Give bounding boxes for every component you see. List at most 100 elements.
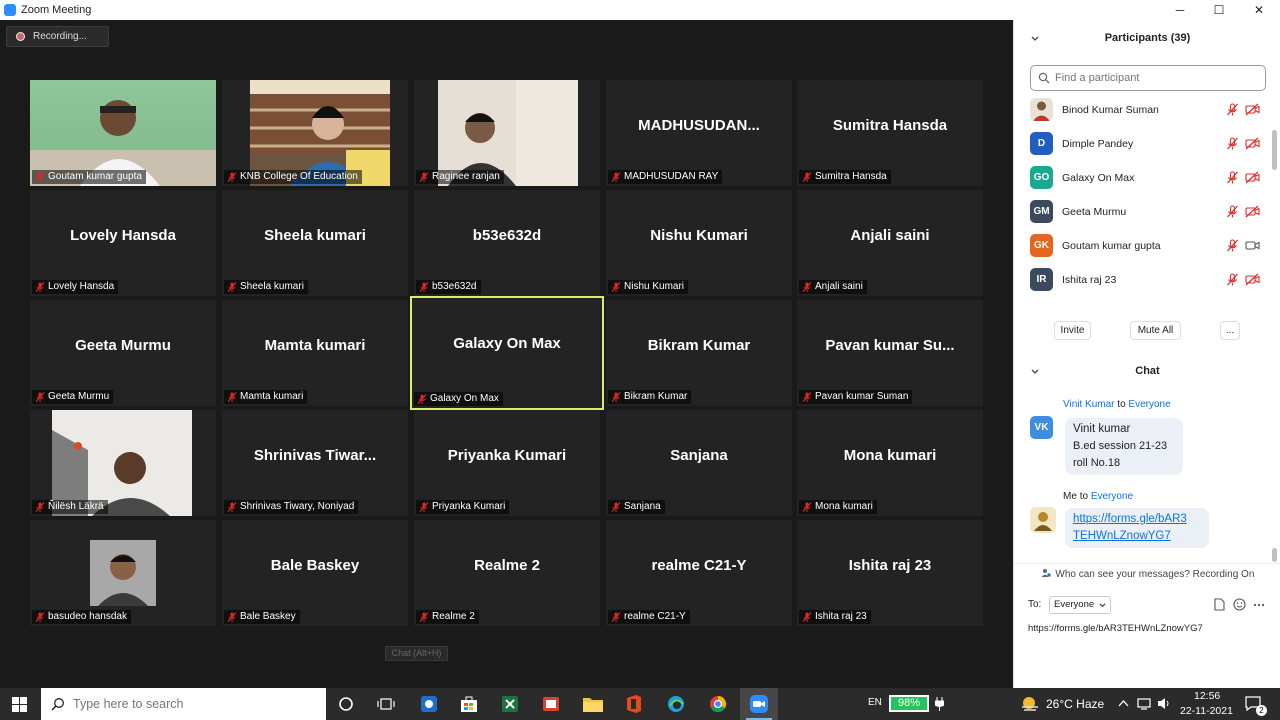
video-tile[interactable]: Geeta Murmu Geeta Murmu <box>30 300 216 406</box>
microsoft-store-button[interactable] <box>450 688 488 720</box>
participant-row[interactable]: GK Goutam kumar gupta <box>1030 232 1270 260</box>
file-icon[interactable] <box>1214 598 1225 611</box>
video-off-icon[interactable] <box>1245 137 1260 150</box>
video-tile[interactable]: Anjali saini Anjali saini <box>797 190 983 296</box>
participant-row[interactable]: IR Ishita raj 23 <box>1030 266 1270 294</box>
taskbar-app-1[interactable] <box>410 688 448 720</box>
mic-muted-icon[interactable] <box>1226 171 1239 184</box>
volume-icon[interactable] <box>1157 697 1171 710</box>
avatar: D <box>1030 132 1053 155</box>
video-tile[interactable]: Ishita raj 23 Ishita raj 23 <box>797 520 983 626</box>
video-tile[interactable]: Shrinivas Tiwar... Shrinivas Tiwary, Noni… <box>222 410 408 516</box>
privacy-notice[interactable]: Who can see your messages? Recording On <box>1014 568 1280 580</box>
participant-row[interactable]: Binod Kumar Suman <box>1030 96 1270 124</box>
taskbar-app-red[interactable] <box>532 688 570 720</box>
maximize-button[interactable]: ☐ <box>1199 0 1239 20</box>
participant-name-label: Bale Baskey <box>224 610 300 624</box>
video-camera-icon[interactable] <box>1245 239 1260 252</box>
mic-muted-icon[interactable] <box>1226 273 1239 286</box>
video-off-icon[interactable] <box>1245 273 1260 286</box>
video-off-icon[interactable] <box>1245 205 1260 218</box>
mic-muted-icon <box>227 392 237 402</box>
start-button[interactable] <box>0 688 38 720</box>
close-button[interactable]: ✕ <box>1239 0 1279 20</box>
file-explorer-button[interactable] <box>574 688 612 720</box>
video-tile[interactable]: Sanjana Sanjana <box>606 410 792 516</box>
mute-all-button[interactable]: Mute All <box>1130 321 1181 340</box>
cortana-button[interactable] <box>327 688 365 720</box>
folder-icon <box>583 698 603 712</box>
edge-button[interactable] <box>657 688 695 720</box>
recording-label: Recording... <box>33 31 87 42</box>
participant-name-label: Galaxy On Max <box>414 392 503 406</box>
message-sender[interactable]: Vinit Kumar <box>1063 399 1115 410</box>
video-tile[interactable]: Ñilësh Läkrä <box>30 410 216 516</box>
video-tile[interactable]: Bale Baskey Bale Baskey <box>222 520 408 626</box>
clock-time[interactable]: 12:56 <box>1194 690 1220 702</box>
taskbar-search-input[interactable] <box>41 688 326 720</box>
weather-text[interactable]: 26°C Haze <box>1046 697 1104 711</box>
participant-name: Galaxy On Max <box>430 393 499 404</box>
participant-name-label: Bikram Kumar <box>608 390 692 404</box>
video-tile[interactable]: Galaxy On Max Galaxy On Max <box>410 296 604 410</box>
video-tile[interactable]: Nishu Kumari Nishu Kumari <box>606 190 792 296</box>
video-tile[interactable]: Sumitra Hansda Sumitra Hansda <box>797 80 983 186</box>
video-tile[interactable]: Priyanka Kumari Priyanka Kumari <box>414 410 600 516</box>
invite-button[interactable]: Invite <box>1054 321 1091 340</box>
clock-date[interactable]: 22-11-2021 <box>1180 705 1233 717</box>
mic-muted-icon[interactable] <box>1226 239 1239 252</box>
video-tile[interactable]: MADHUSUDAN... MADHUSUDAN RAY <box>606 80 792 186</box>
video-tile[interactable]: Sheela kumari Sheela kumari <box>222 190 408 296</box>
video-tile[interactable]: Pavan kumar Su... Pavan kumar Suman <box>797 300 983 406</box>
participant-row[interactable]: GO Galaxy On Max <box>1030 164 1270 192</box>
task-view-button[interactable] <box>367 688 405 720</box>
office-button[interactable] <box>615 688 653 720</box>
zoom-taskbar-button[interactable] <box>740 688 778 720</box>
minimize-button[interactable]: ─ <box>1160 0 1200 20</box>
chat-message-bubble: Vinit kumar B.ed session 21-23 roll No.1… <box>1065 418 1183 475</box>
find-participant-input[interactable] <box>1030 65 1266 91</box>
video-tile[interactable]: Realme 2 Realme 2 <box>414 520 600 626</box>
chat-message-input[interactable] <box>1028 620 1268 636</box>
recipient-select[interactable]: Everyone <box>1049 596 1112 614</box>
language-indicator[interactable]: EN <box>868 697 882 708</box>
participant-row[interactable]: GM Geeta Murmu <box>1030 198 1270 226</box>
mic-muted-icon[interactable] <box>1226 205 1239 218</box>
video-tile[interactable]: Mamta kumari Mamta kumari <box>222 300 408 406</box>
video-tile[interactable]: Lovely Hansda Lovely Hansda <box>30 190 216 296</box>
emoji-icon[interactable] <box>1233 598 1246 611</box>
search-icon <box>51 698 64 711</box>
zoom-icon <box>750 695 768 713</box>
video-tile[interactable]: KNB College Of Education <box>222 80 408 186</box>
chevron-up-icon[interactable] <box>1118 699 1129 707</box>
participant-name: Priyanka Kumari <box>432 501 506 512</box>
video-tile[interactable]: Goutam kumar gupta <box>30 80 216 186</box>
more-icon[interactable] <box>1253 603 1265 607</box>
more-options-button[interactable]: ... <box>1220 321 1240 340</box>
video-off-icon[interactable] <box>1245 103 1260 116</box>
participants-scrollbar[interactable] <box>1272 130 1277 170</box>
participant-display-name: Bikram Kumar <box>647 337 751 354</box>
video-tile[interactable]: basudeo hansdak <box>30 520 216 626</box>
video-tile[interactable]: b53e632d b53e632d <box>414 190 600 296</box>
video-tile[interactable]: Raginee ranjan <box>414 80 600 186</box>
participant-name: basudeo hansdak <box>48 611 127 622</box>
mic-muted-icon[interactable] <box>1226 103 1239 116</box>
weather-haze-icon[interactable] <box>1020 695 1040 713</box>
recording-indicator[interactable]: Recording... <box>6 26 109 47</box>
chat-link[interactable]: https://forms.gle/bAR3 <box>1073 511 1201 528</box>
participant-row[interactable]: D Dimple Pandey <box>1030 130 1270 158</box>
video-tile[interactable]: realme C21-Y realme C21-Y <box>606 520 792 626</box>
battery-indicator[interactable]: 98% <box>889 695 929 712</box>
chat-link[interactable]: TEHWnLZnowYG7 <box>1073 528 1201 545</box>
chrome-button[interactable] <box>699 688 737 720</box>
video-tile[interactable]: Bikram Kumar Bikram Kumar <box>606 300 792 406</box>
mic-muted-icon <box>419 282 429 292</box>
network-icon[interactable] <box>1137 697 1151 710</box>
excel-button[interactable] <box>491 688 529 720</box>
video-off-icon[interactable] <box>1245 171 1260 184</box>
mic-muted-icon[interactable] <box>1226 137 1239 150</box>
participant-name: Sanjana <box>624 501 661 512</box>
video-tile[interactable]: Mona kumari Mona kumari <box>797 410 983 516</box>
chat-scrollbar[interactable] <box>1272 548 1277 562</box>
